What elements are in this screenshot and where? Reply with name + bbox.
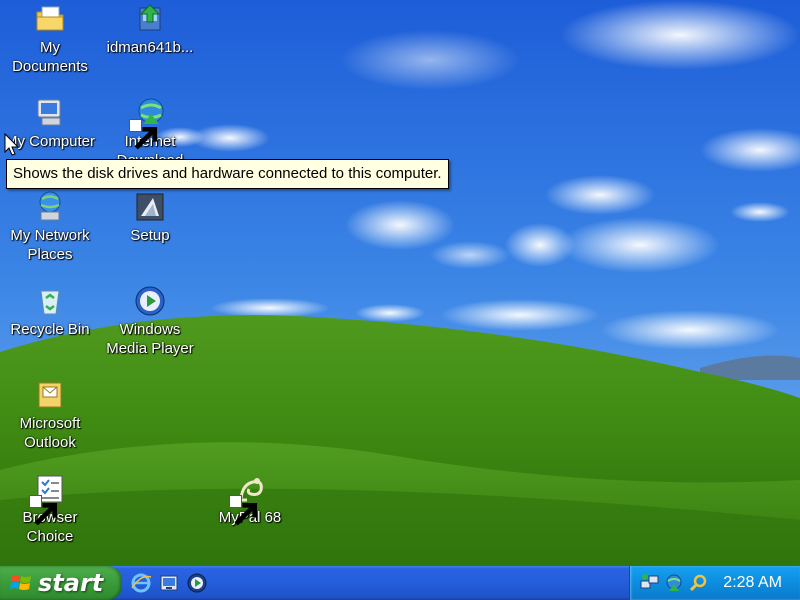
desktop-icon-label: idman641b...	[106, 39, 194, 56]
bliss-wallpaper	[0, 0, 800, 566]
outlook-icon	[33, 378, 67, 412]
desktop-icon-label: Recycle Bin	[10, 321, 90, 338]
media-player-icon[interactable]	[186, 572, 208, 594]
internet-explorer-icon[interactable]	[130, 572, 152, 594]
start-label: start	[38, 569, 104, 597]
recycle-bin-icon	[33, 284, 67, 318]
quick-launch	[130, 572, 208, 594]
windows-flag-icon	[10, 575, 31, 590]
my-computer-tooltip: Shows the disk drives and hardware conne…	[6, 159, 449, 189]
mypal-icon	[229, 472, 267, 526]
mouse-cursor-icon	[4, 133, 20, 156]
internet-download-manager-icon	[129, 96, 167, 150]
desktop-icon-my-network-places[interactable]: My Network Places	[0, 190, 100, 264]
my-computer-icon	[33, 96, 67, 130]
my-documents-icon	[33, 2, 67, 36]
setup-icon	[133, 190, 167, 224]
system-tray: 2:28 AM	[629, 566, 800, 600]
desktop[interactable]: My Documents idman641b... My Computer In…	[0, 0, 800, 566]
desktop-icon-microsoft-outlook[interactable]: Microsoft Outlook	[0, 378, 100, 452]
desktop-icon-mypal[interactable]: MyPal 68	[200, 472, 300, 527]
show-desktop-icon[interactable]	[158, 572, 180, 594]
download-manager-icon[interactable]	[664, 573, 684, 593]
browser-choice-icon	[29, 472, 67, 526]
desktop-icon-label: Setup	[130, 227, 170, 244]
clock[interactable]: 2:28 AM	[723, 566, 782, 600]
network-icon[interactable]	[640, 573, 660, 593]
desktop-icon-label: My Documents	[12, 39, 88, 75]
desktop-icon-setup[interactable]: Setup	[100, 190, 200, 245]
desktop-icon-windows-media-player[interactable]: Windows Media Player	[100, 284, 200, 358]
desktop-icon-my-documents[interactable]: My Documents	[0, 2, 100, 76]
desktop-icon-idman-installer[interactable]: idman641b...	[100, 2, 200, 57]
shortcut-arrow-icon	[29, 495, 58, 526]
network-places-icon	[33, 190, 67, 224]
shortcut-arrow-icon	[129, 119, 158, 150]
installer-icon	[133, 2, 167, 36]
desktop-icon-label: Microsoft Outlook	[19, 415, 81, 451]
desktop-icon-label: Windows Media Player	[106, 321, 194, 357]
desktop-icon-label: My Network Places	[10, 227, 90, 263]
taskbar: start 2:28 AM	[0, 566, 800, 600]
shortcut-arrow-icon	[229, 495, 258, 526]
start-button[interactable]: start	[0, 566, 122, 600]
search-icon[interactable]	[688, 573, 708, 593]
desktop-icon-browser-choice[interactable]: Browser Choice	[0, 472, 100, 546]
media-player-icon	[133, 284, 167, 318]
desktop-icon-recycle-bin[interactable]: Recycle Bin	[0, 284, 100, 339]
